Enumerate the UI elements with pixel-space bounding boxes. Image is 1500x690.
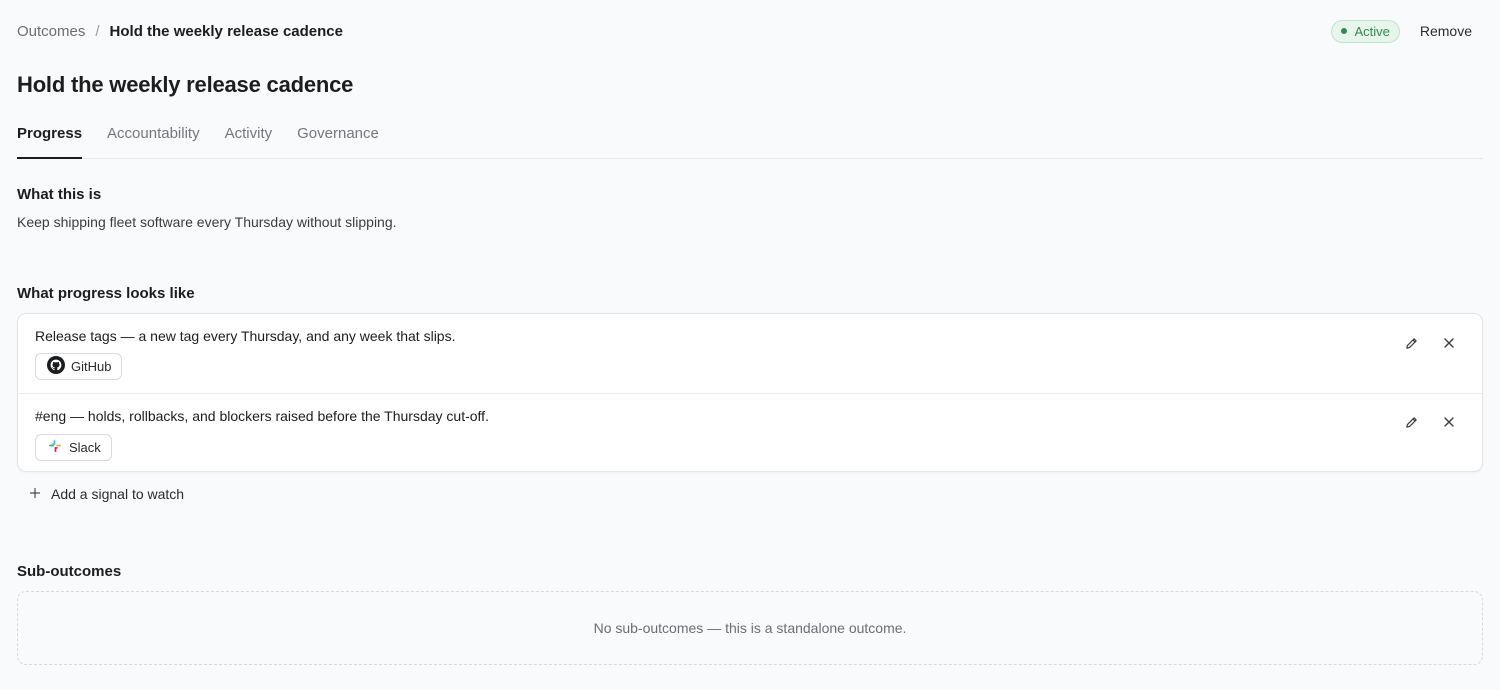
close-icon[interactable] — [1441, 335, 1457, 351]
status-label: Active — [1354, 23, 1390, 39]
close-icon[interactable] — [1441, 414, 1457, 430]
row-actions — [1403, 414, 1457, 430]
tab-governance[interactable]: Governance — [297, 118, 379, 159]
sub-outcomes-heading: Sub-outcomes — [17, 563, 122, 580]
source-chip-slack[interactable]: Slack — [35, 434, 112, 461]
about-text: Keep shipping fleet software every Thurs… — [17, 214, 397, 230]
source-label: Slack — [69, 440, 101, 455]
status-badge: Active — [1331, 19, 1400, 43]
tab-bar: Progress Accountability Activity Governa… — [17, 118, 1483, 159]
breadcrumb-separator: / — [95, 22, 100, 40]
remove-button[interactable]: Remove — [1420, 23, 1472, 39]
about-heading: What this is — [17, 186, 102, 203]
outcome-page: Outcomes / Hold the weekly release caden… — [0, 0, 1500, 690]
plus-icon — [29, 486, 41, 502]
page-title: Hold the weekly release cadence — [17, 72, 354, 97]
add-signal-label: Add a signal to watch — [51, 486, 185, 502]
signal-description: #eng — holds, rollbacks, and blockers ra… — [35, 408, 489, 424]
breadcrumb-current: Hold the weekly release cadence — [109, 22, 343, 40]
progress-heading: What progress looks like — [17, 285, 195, 302]
signal-row: Release tags — a new tag every Thursday,… — [18, 314, 1482, 393]
signals-card: Release tags — a new tag every Thursday,… — [17, 313, 1483, 472]
edit-pencil-icon[interactable] — [1403, 414, 1419, 430]
tab-progress[interactable]: Progress — [17, 118, 83, 159]
top-actions: Active Remove — [1331, 19, 1483, 43]
row-actions — [1403, 335, 1457, 351]
add-signal-button[interactable]: Add a signal to watch — [29, 486, 184, 502]
tab-activity[interactable]: Activity — [225, 118, 273, 159]
signal-row: #eng — holds, rollbacks, and blockers ra… — [18, 393, 1482, 472]
github-icon — [47, 356, 65, 377]
sub-outcomes-empty-state: No sub-outcomes — this is a standalone o… — [17, 591, 1483, 665]
signal-description: Release tags — a new tag every Thursday,… — [35, 328, 456, 344]
source-chip-github[interactable]: GitHub — [35, 353, 123, 380]
top-bar: Outcomes / Hold the weekly release caden… — [17, 18, 1483, 44]
empty-state-text: No sub-outcomes — this is a standalone o… — [593, 620, 907, 636]
slack-icon — [47, 438, 63, 457]
edit-pencil-icon[interactable] — [1403, 335, 1419, 351]
breadcrumb-outcomes-link[interactable]: Outcomes — [17, 23, 85, 40]
status-dot-icon — [1341, 28, 1348, 34]
source-label: GitHub — [71, 359, 112, 374]
tab-accountability[interactable]: Accountability — [107, 118, 200, 159]
breadcrumb: Outcomes / Hold the weekly release caden… — [17, 23, 343, 40]
